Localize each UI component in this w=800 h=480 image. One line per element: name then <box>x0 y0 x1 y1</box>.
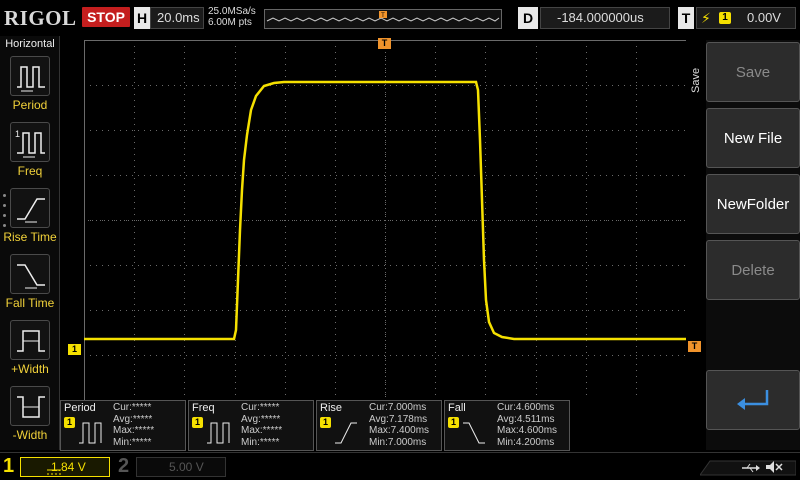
channel-2-scale-box[interactable]: 5.00 V <box>136 457 226 477</box>
delay-key: D <box>518 7 538 29</box>
measurement-channel-badge: 1 <box>448 417 459 428</box>
menu-label-fall-time: Fall Time <box>5 296 55 310</box>
menu-item-fall-time[interactable]: Fall Time <box>0 254 60 318</box>
stat-avg: Avg:***** <box>113 413 153 425</box>
menu-item-rise-time[interactable]: Rise Time <box>0 188 60 252</box>
freq-icon: 1 <box>10 122 50 162</box>
channel-2-number[interactable]: 2 <box>118 455 132 478</box>
status-icons <box>699 457 797 477</box>
menu-label-positive-width: +Width <box>11 362 49 376</box>
rigol-logo: RIGOL <box>4 6 77 30</box>
measurement-channel-badge: 1 <box>64 417 75 428</box>
measurement-name: Rise <box>320 402 343 414</box>
measurement-freq[interactable]: Freq 1 Cur:***** Avg:***** Max:***** Min… <box>188 400 314 451</box>
channel-1-scale-box[interactable]: 1.84 V <box>20 457 110 477</box>
enter-icon <box>737 390 769 410</box>
measurement-rise[interactable]: Rise 1 Cur:7.000ms Avg:7.178ms Max:7.400… <box>316 400 442 451</box>
run-stop-status[interactable]: STOP <box>82 7 130 27</box>
rise-time-icon <box>10 188 50 228</box>
waveform-display[interactable]: T <box>84 38 686 400</box>
trigger-source-badge: 1 <box>719 12 731 24</box>
menu-item-period[interactable]: Period <box>0 56 60 120</box>
channel-status-bar: 1 1.84 V 2 5.00 V <box>0 452 800 480</box>
menu-item-positive-width[interactable]: +Width <box>0 320 60 384</box>
period-icon <box>10 56 50 96</box>
channel-1-ground-marker[interactable]: 1 <box>68 344 81 355</box>
memory-depth: 6.00M pts <box>208 17 252 28</box>
timebase-value[interactable]: 20.0ms <box>150 7 204 29</box>
trigger-position-marker[interactable]: T <box>378 38 391 49</box>
stat-avg: Avg:4.511ms <box>497 413 555 425</box>
measurement-name: Period <box>64 402 96 414</box>
top-status-bar: RIGOL STOP H 20.0ms 25.0MSa/s 6.00M pts … <box>0 0 800 36</box>
new-folder-button[interactable]: NewFolder <box>706 174 800 234</box>
new-file-button[interactable]: New File <box>706 108 800 168</box>
delay-value[interactable]: -184.000000us <box>540 7 670 29</box>
svg-text:T: T <box>381 13 385 19</box>
trigger-level-marker[interactable]: T <box>688 341 701 352</box>
acquisition-info: 25.0MSa/s 6.00M pts <box>208 6 264 28</box>
stat-avg: Avg:7.178ms <box>369 413 428 425</box>
dc-coupling-icon <box>47 469 61 475</box>
delete-button[interactable]: Delete <box>706 240 800 300</box>
stat-avg: Avg:***** <box>241 413 281 425</box>
period-icon <box>79 422 102 444</box>
rise-time-icon <box>335 422 357 444</box>
measurement-name: Fall <box>448 402 466 414</box>
sample-rate: 25.0MSa/s <box>208 6 256 17</box>
freq-icon <box>207 422 230 444</box>
measurement-stats: Cur:4.600ms Avg:4.511ms Max:4.600ms Min:… <box>497 402 571 448</box>
stat-cur: Cur:4.600ms <box>497 402 555 413</box>
measurement-channel-badge: 1 <box>320 417 331 428</box>
save-menu: Save New File NewFolder Delete <box>706 40 800 450</box>
stat-max: Max:4.600ms <box>497 425 558 436</box>
stat-max: Max:***** <box>113 425 155 436</box>
right-menu-title: Save <box>690 67 702 93</box>
grid-lines <box>84 40 686 400</box>
stat-min: Min:7.000ms <box>369 436 427 448</box>
menu-item-freq[interactable]: 1 Freq <box>0 122 60 186</box>
measurement-fall[interactable]: Fall 1 Cur:4.600ms Avg:4.511ms Max:4.600… <box>444 400 570 451</box>
fall-time-icon <box>463 422 485 444</box>
menu-item-negative-width[interactable]: -Width <box>0 386 60 450</box>
save-button[interactable]: Save <box>706 42 800 102</box>
menu-label-rise-time: Rise Time <box>3 230 57 244</box>
graticule <box>84 40 686 400</box>
trigger-level: 0.00V <box>747 10 781 25</box>
menu-label-freq: Freq <box>17 164 43 178</box>
stat-max: Max:***** <box>241 425 283 436</box>
trigger-settings[interactable]: ⚡ 1 0.00V <box>696 7 796 29</box>
menu-title: Horizontal <box>5 38 55 50</box>
stat-min: Min:4.200ms <box>497 436 555 448</box>
memory-waveform-preview: T <box>266 11 500 22</box>
measurement-name: Freq <box>192 402 215 414</box>
measurement-stats: Cur:***** Avg:***** Max:***** Min:***** <box>241 402 315 448</box>
stat-cur: Cur:7.000ms <box>369 402 427 413</box>
menu-label-period: Period <box>12 98 48 112</box>
channel-1-number[interactable]: 1 <box>3 455 17 478</box>
horizontal-key: H <box>134 7 150 29</box>
enter-button[interactable] <box>706 370 800 430</box>
stat-cur: Cur:***** <box>241 402 280 413</box>
stat-min: Min:***** <box>113 436 152 448</box>
positive-width-icon <box>10 320 50 360</box>
channel-2-scale: 5.00 V <box>169 460 204 474</box>
rising-edge-icon: ⚡ <box>701 10 711 26</box>
measurement-channel-badge: 1 <box>192 417 203 428</box>
memory-overview-strip[interactable]: T <box>264 9 502 29</box>
measurement-stats: Cur:***** Avg:***** Max:***** Min:***** <box>113 402 187 448</box>
negative-width-icon <box>10 386 50 426</box>
measurement-stats: Cur:7.000ms Avg:7.178ms Max:7.400ms Min:… <box>369 402 443 448</box>
measurement-period[interactable]: Period 1 Cur:***** Avg:***** Max:***** M… <box>60 400 186 451</box>
stat-min: Min:***** <box>241 436 280 448</box>
svg-text:1: 1 <box>15 129 20 139</box>
trigger-key: T <box>678 7 694 29</box>
menu-label-negative-width: -Width <box>12 428 48 442</box>
fall-time-icon <box>10 254 50 294</box>
stat-max: Max:7.400ms <box>369 425 430 436</box>
stat-cur: Cur:***** <box>113 402 152 413</box>
measure-menu: Horizontal Period 1 Freq Rise Time Fall … <box>0 36 60 450</box>
